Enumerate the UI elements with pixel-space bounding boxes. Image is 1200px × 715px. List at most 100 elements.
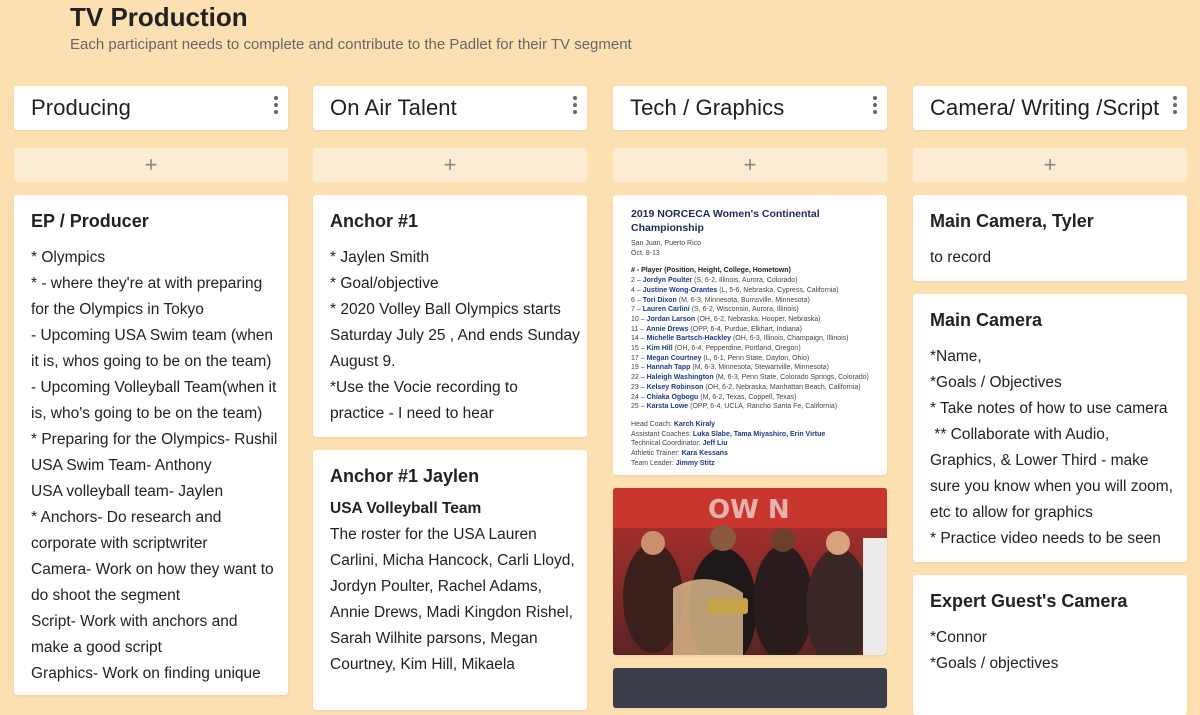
column-producing: Producing + EP / Producer * Olympics * -… bbox=[14, 86, 288, 695]
post-line: *Use the Vocie recording to bbox=[330, 379, 518, 396]
roster-player-name: Michelle Bartsch-Hackley bbox=[646, 335, 732, 343]
post-line: Carlini, Micha Hancock, Carli Lloyd, bbox=[330, 552, 575, 569]
roster-player-info: (M, 6-2, Texas, Coppell, Texas) bbox=[700, 393, 797, 401]
photo-post[interactable] bbox=[613, 668, 887, 708]
post-line: Jordyn Poulter, Rachel Adams, bbox=[330, 578, 542, 595]
roster-player-row: 14 – Michelle Bartsch-Hackley (OH, 6-3, … bbox=[631, 334, 869, 344]
post-card[interactable]: EP / Producer * Olympics * - where they'… bbox=[14, 195, 288, 695]
post-line: *Name, bbox=[930, 348, 982, 365]
roster-player-number: 7 – bbox=[631, 306, 641, 314]
post-title: Expert Guest's Camera bbox=[930, 591, 1128, 611]
add-post-button[interactable]: + bbox=[613, 148, 887, 182]
post-line: is, who's going to be on the team) bbox=[31, 405, 263, 422]
post-line: * Anchors- Do research and bbox=[31, 509, 222, 526]
roster-player-row: 6 – Tori Dixon (M, 6-3, Minnesota, Burns… bbox=[631, 296, 869, 306]
post-line: *Goals / objectives bbox=[930, 655, 1059, 672]
more-vert-icon[interactable] bbox=[270, 94, 282, 116]
roster-player-row: 7 – Lauren Carlini (S, 6-2, Wisconsin, A… bbox=[631, 305, 869, 315]
roster-player-number: 24 – bbox=[631, 393, 645, 401]
roster-player-row: 11 – Annie Drews (OPP, 6-4, Purdue, Elkh… bbox=[631, 325, 869, 335]
column-tech-graphics: Tech / Graphics + 2019 NORCECA Women's C… bbox=[613, 86, 887, 708]
post-body: USA Volleyball Team The roster for the U… bbox=[313, 487, 587, 686]
roster-player-name: Megan Courtney bbox=[646, 354, 702, 362]
roster-staff-label: Head Coach: bbox=[631, 420, 672, 428]
roster-player-number: 6 – bbox=[631, 296, 641, 304]
more-vert-icon[interactable] bbox=[1169, 94, 1181, 116]
roster-player-name: Annie Drews bbox=[646, 325, 689, 333]
photo-post[interactable]: OW N bbox=[613, 488, 887, 655]
post-card[interactable]: Anchor #1 * Jaylen Smith * Goal/objectiv… bbox=[313, 195, 587, 437]
column-on-air-talent: On Air Talent + Anchor #1 * Jaylen Smith… bbox=[313, 86, 587, 710]
roster-player-name: Karsta Lowe bbox=[646, 403, 689, 411]
post-line: Annie Drews, Madi Kingdon Rishel, bbox=[330, 604, 573, 621]
roster-staff-name: Jeff Liu bbox=[702, 440, 728, 448]
post-line: Graphics- Work on finding unique bbox=[31, 665, 261, 682]
post-body: *Connor *Goals / objectives bbox=[913, 612, 1187, 685]
roster-player-name: Kim Hill bbox=[646, 345, 673, 353]
post-card[interactable]: Main Camera *Name, *Goals / Objectives *… bbox=[913, 294, 1187, 562]
post-line: Camera- Work on how they want to bbox=[31, 561, 274, 578]
roster-location: San Juan, Puerto Rico bbox=[631, 240, 702, 247]
roster-player-name: Hannah Tapp bbox=[646, 364, 691, 372]
roster-staff-row: Team Leader: Jimmy Stitz bbox=[631, 459, 869, 469]
post-line: it is, whos going to be on the team) bbox=[31, 353, 272, 370]
roster-player-number: 14 – bbox=[631, 335, 645, 343]
roster-player-row: 19 – Hannah Tapp (M, 6-3, Minnesota, Ste… bbox=[631, 363, 869, 373]
post-line: do shoot the segment bbox=[31, 587, 181, 604]
roster-player-info: (OPP, 6-4, Purdue, Elkhart, Indiana) bbox=[690, 325, 802, 333]
post-line: * Jaylen Smith bbox=[330, 249, 430, 266]
post-body: *Name, *Goals / Objectives * Take notes … bbox=[913, 331, 1187, 560]
roster-player-name: Jordan Larson bbox=[646, 315, 696, 323]
post-line: USA volleyball team- Jaylen bbox=[31, 483, 224, 500]
post-line: * Olympics bbox=[31, 249, 106, 266]
column-title: Producing bbox=[31, 95, 131, 120]
celebration-photo: OW N bbox=[613, 488, 887, 655]
post-card[interactable]: Main Camera, Tyler to record bbox=[913, 195, 1187, 281]
board-title: TV Production bbox=[70, 2, 248, 32]
add-post-button[interactable]: + bbox=[313, 148, 587, 182]
post-line: * Practice video needs to be seen bbox=[930, 530, 1161, 547]
post-line: Courtney, Kim Hill, Mikaela bbox=[330, 656, 515, 673]
roster-player-info: (S, 6-2, Wisconsin, Aurora, Illinois) bbox=[691, 306, 799, 314]
board-header: TV Production Each participant needs to … bbox=[70, 0, 632, 55]
post-line: ** Collaborate with Audio, bbox=[930, 426, 1110, 443]
roster-player-name: Kelsey Robinson bbox=[646, 383, 704, 391]
roster-staff-name: Kara Kessans bbox=[681, 450, 728, 458]
more-vert-icon[interactable] bbox=[569, 94, 581, 116]
post-line: corporate with scriptwriter bbox=[31, 535, 208, 552]
roster-player-number: 4 – bbox=[631, 286, 641, 294]
roster-dates: Oct. 8-13 bbox=[631, 249, 660, 257]
roster-player-info: (OH, 6-3, Illinois, Champaign, Illinois) bbox=[732, 335, 849, 343]
roster-staff-label: Team Leader: bbox=[631, 459, 674, 467]
roster-staff-name: Karch Kiraly bbox=[673, 420, 716, 428]
post-line: * Goal/objective bbox=[330, 275, 439, 292]
roster-player-row: 25 – Karsta Lowe (OPP, 6-4, UCLA, Rancho… bbox=[631, 402, 869, 412]
roster-player-number: 2 – bbox=[631, 277, 641, 285]
board-subtitle: Each participant needs to complete and c… bbox=[70, 36, 632, 53]
post-title: Main Camera, Tyler bbox=[930, 211, 1094, 231]
more-vert-icon[interactable] bbox=[869, 94, 881, 116]
roster-player-number: 22 – bbox=[631, 374, 645, 382]
roster-player-name: Tori Dixon bbox=[642, 296, 677, 304]
post-card[interactable]: Anchor #1 Jaylen USA Volleyball Team The… bbox=[313, 450, 587, 710]
post-line: * 2020 Volley Ball Olympics starts bbox=[330, 301, 561, 318]
column-header: Camera/ Writing /Script bbox=[913, 86, 1187, 130]
roster-image-post[interactable]: 2019 NORCECA Women's Continental Champio… bbox=[613, 195, 887, 475]
roster-staff-row: Head Coach: Karch Kiraly bbox=[631, 420, 869, 430]
post-line: *Connor bbox=[930, 629, 987, 646]
post-card[interactable]: Expert Guest's Camera *Connor *Goals / o… bbox=[913, 575, 1187, 715]
roster-staff-row: Athletic Trainer: Kara Kessans bbox=[631, 449, 869, 459]
roster-staff-row: Assistant Coaches: Luka Slabe, Tama Miya… bbox=[631, 430, 869, 440]
add-post-button[interactable]: + bbox=[14, 148, 288, 182]
add-post-button[interactable]: + bbox=[913, 148, 1187, 182]
column-header: Producing bbox=[14, 86, 288, 130]
post-line: practice - I need to hear bbox=[330, 405, 494, 422]
roster-player-row: 10 – Jordan Larson (OH, 6-2, Nebraska, H… bbox=[631, 315, 869, 325]
roster-image: 2019 NORCECA Women's Continental Champio… bbox=[613, 195, 887, 475]
roster-player-info: (M, 6-3, Minnesota, Stewartville, Minnes… bbox=[692, 364, 829, 372]
post-line: etc to allow for graphics bbox=[930, 504, 1093, 521]
roster-player-number: 15 – bbox=[631, 345, 645, 353]
roster-player-name: Jordyn Poulter bbox=[642, 277, 693, 285]
post-line: - Upcoming USA Swim team (when bbox=[31, 327, 274, 344]
post-line: Saturday July 25 , And ends Sunday bbox=[330, 327, 580, 344]
